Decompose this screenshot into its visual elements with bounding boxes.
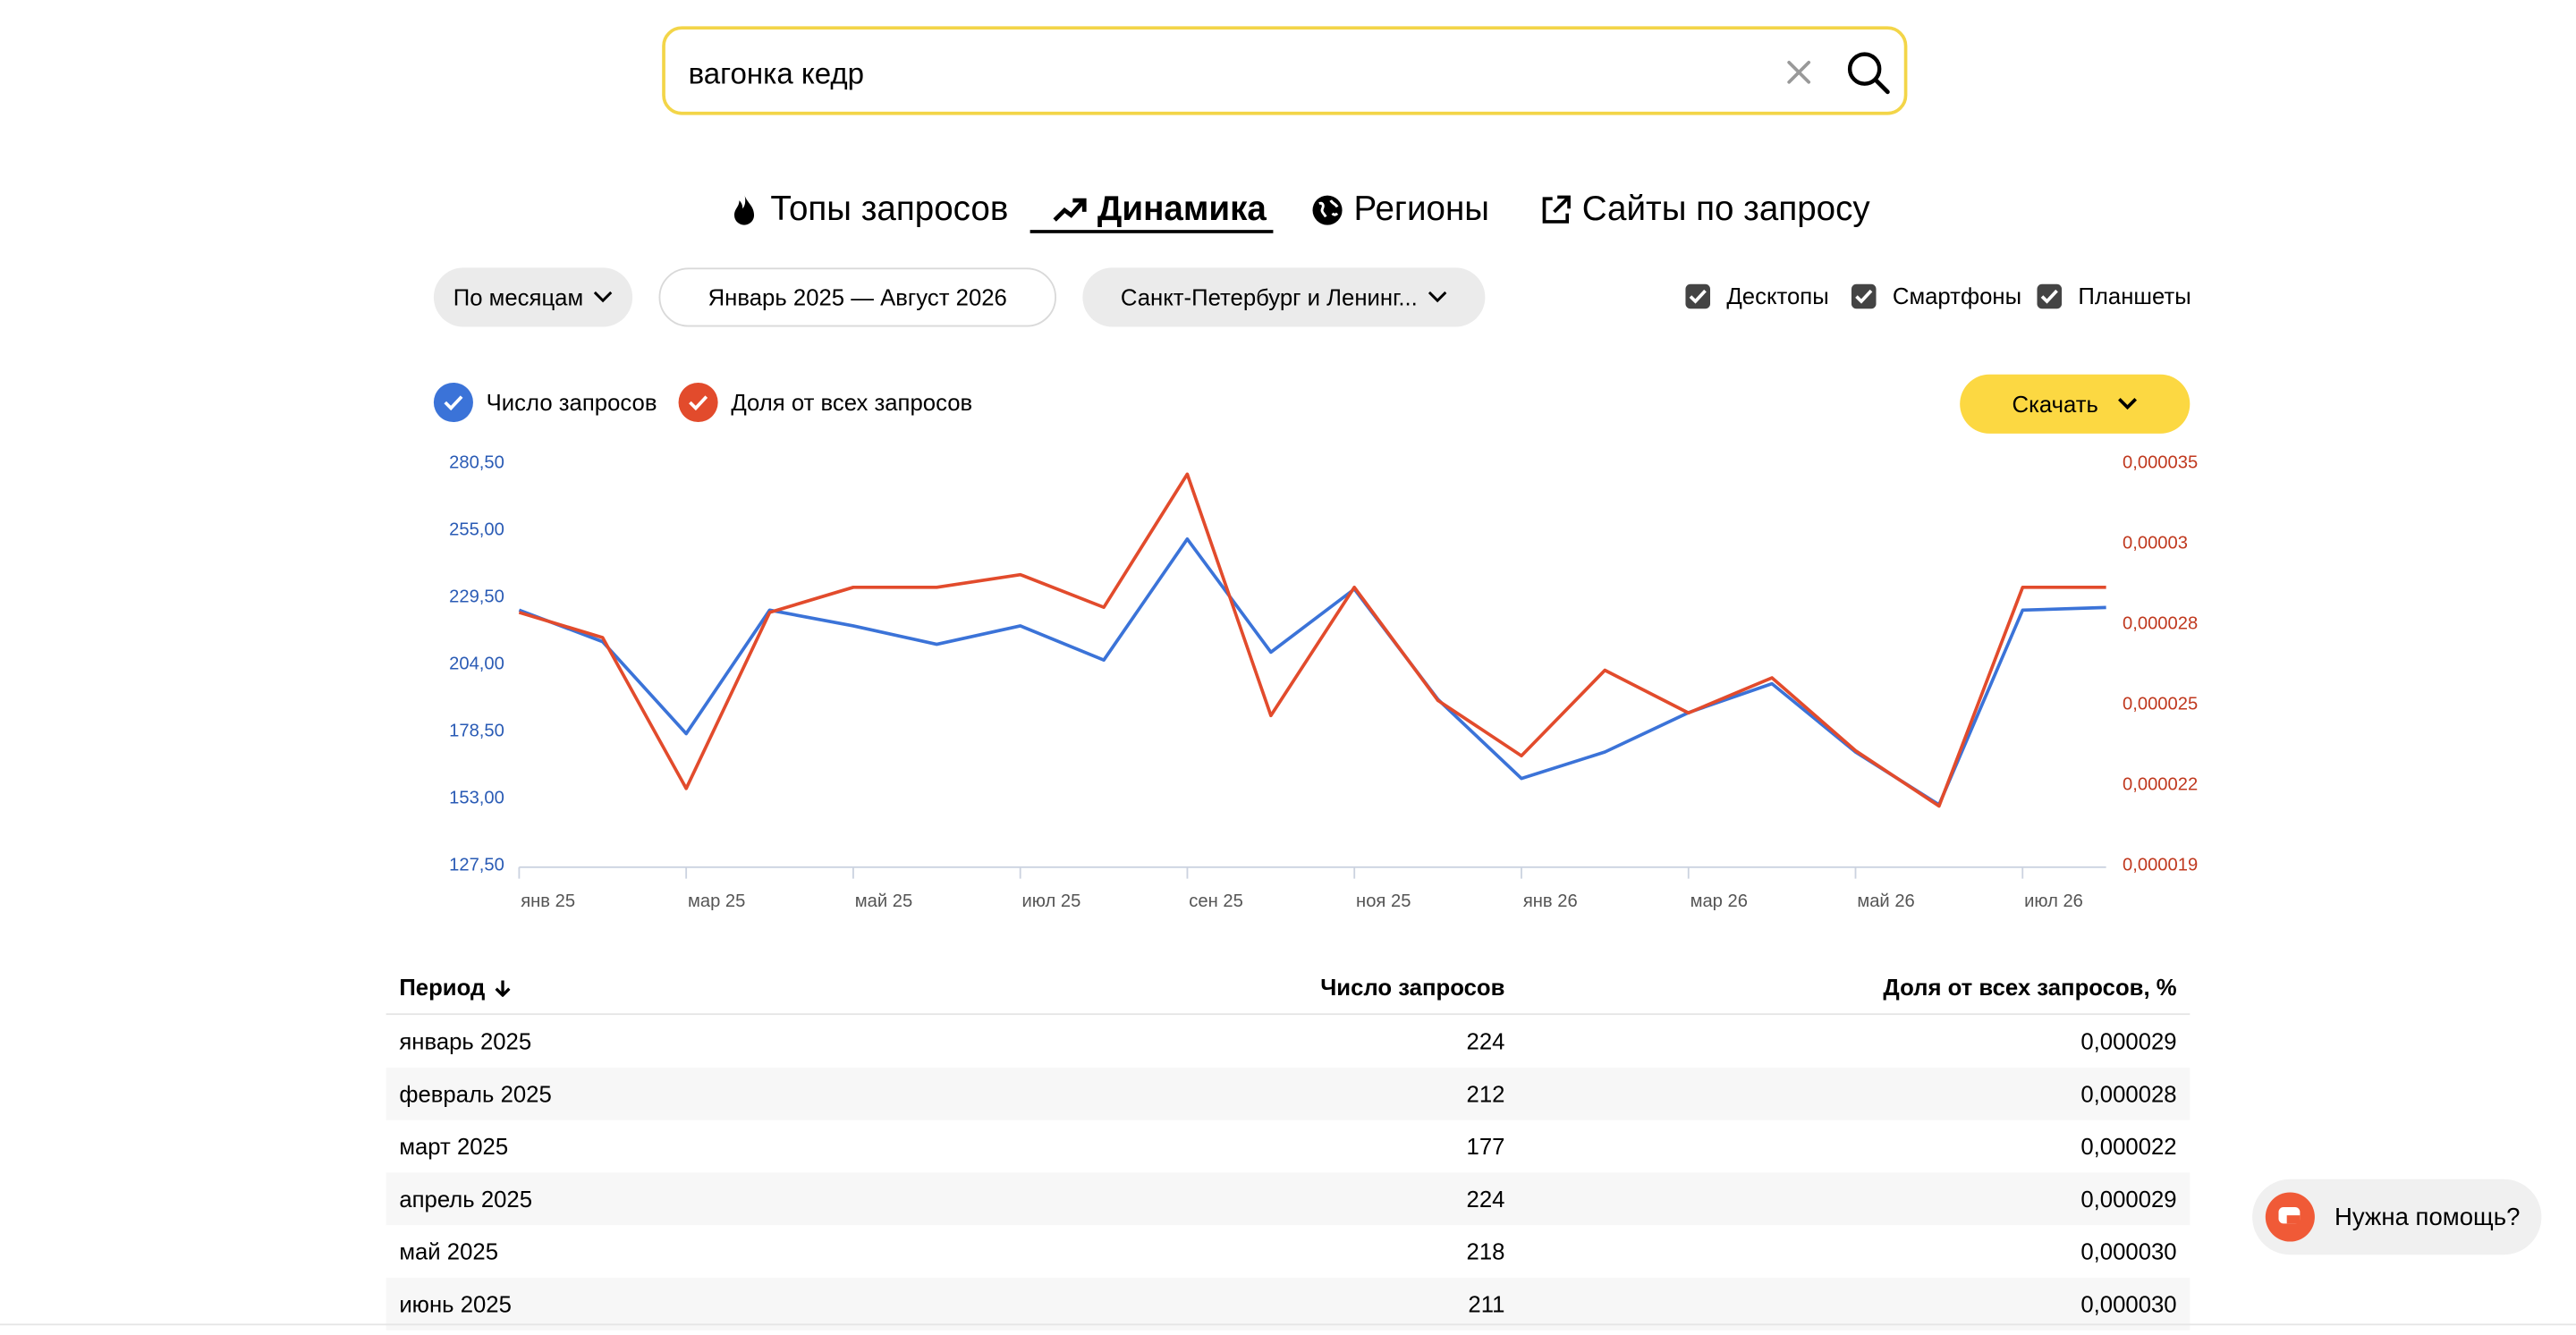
- requests-cell: 224: [1466, 1027, 1505, 1055]
- table-row: май 2025 218 0,000030: [386, 1225, 2190, 1278]
- x-tick-label: сен 25: [1189, 891, 1243, 911]
- y-right-tick-label: 0,000035: [2123, 452, 2198, 472]
- requests-cell: 212: [1466, 1080, 1505, 1107]
- table-row: март 2025 177 0,000022: [386, 1120, 2190, 1173]
- y-left-tick-label: 280,50: [449, 452, 504, 472]
- share-cell: 0,000028: [2080, 1080, 2177, 1107]
- period-cell: февраль 2025: [399, 1080, 552, 1107]
- period-column-header[interactable]: Период: [399, 960, 511, 1013]
- x-tick-label: июл 26: [2024, 891, 2083, 911]
- period-cell: март 2025: [399, 1133, 509, 1160]
- requests-cell: 211: [1468, 1290, 1505, 1318]
- x-tick-label: янв 26: [1523, 891, 1578, 911]
- footer-divider: [0, 1323, 2576, 1326]
- page: Топы запросов Динамика Регионы Сайты по …: [0, 0, 2576, 1333]
- help-button[interactable]: Нужна помощь?: [2252, 1179, 2542, 1255]
- requests-cell: 218: [1466, 1238, 1505, 1265]
- help-label: Нужна помощь?: [2334, 1203, 2521, 1231]
- x-tick-label: июл 25: [1022, 891, 1081, 911]
- requests-column-header[interactable]: Число запросов: [1320, 960, 1504, 1013]
- table-row: январь 2025 224 0,000029: [386, 1015, 2190, 1068]
- data-table: Период Число запросов Доля от всех запро…: [386, 960, 2190, 1331]
- share-series-line: [518, 472, 2106, 808]
- y-left-tick-label: 178,50: [449, 721, 504, 740]
- y-left-tick-label: 229,50: [449, 587, 504, 606]
- x-tick-label: май 25: [855, 891, 912, 911]
- share-cell: 0,000030: [2080, 1290, 2177, 1318]
- table-row: февраль 2025 212 0,000028: [386, 1067, 2190, 1120]
- x-tick-label: мар 26: [1690, 891, 1748, 911]
- x-tick-label: мар 25: [688, 891, 745, 911]
- y-right-tick-label: 0,000022: [2123, 774, 2198, 794]
- y-right-tick-label: 0,000025: [2123, 694, 2198, 714]
- table-header: Период Число запросов Доля от всех запро…: [386, 960, 2190, 1016]
- y-left-tick-label: 127,50: [449, 855, 504, 875]
- y-right-tick-label: 0,000019: [2123, 855, 2198, 875]
- period-cell: апрель 2025: [399, 1186, 533, 1212]
- y-left-tick-label: 153,00: [449, 788, 504, 807]
- x-tick-label: ноя 25: [1356, 891, 1411, 911]
- period-cell: май 2025: [399, 1238, 499, 1265]
- y-left-tick-label: 204,00: [449, 654, 504, 673]
- requests-cell: 177: [1466, 1133, 1505, 1160]
- share-cell: 0,000029: [2080, 1027, 2177, 1055]
- period-cell: январь 2025: [399, 1027, 532, 1055]
- share-column-header[interactable]: Доля от всех запросов, %: [1883, 960, 2176, 1013]
- y-right-tick-label: 0,00003: [2123, 533, 2188, 553]
- share-cell: 0,000022: [2080, 1133, 2177, 1160]
- x-tick-label: май 26: [1857, 891, 1914, 911]
- chat-icon: [2265, 1192, 2315, 1242]
- y-right-tick-label: 0,000028: [2123, 613, 2198, 633]
- requests-cell: 224: [1466, 1186, 1505, 1212]
- x-tick-label: янв 25: [521, 891, 575, 911]
- y-left-tick-label: 255,00: [449, 520, 504, 539]
- table-row: апрель 2025 224 0,000029: [386, 1172, 2190, 1226]
- requests-series-line: [518, 537, 2106, 807]
- period-cell: июнь 2025: [399, 1290, 512, 1318]
- share-cell: 0,000029: [2080, 1186, 2177, 1212]
- arrow-down-icon: [495, 980, 511, 998]
- share-cell: 0,000030: [2080, 1238, 2177, 1265]
- table-row: июнь 2025 211 0,000030: [386, 1277, 2190, 1331]
- header-label: Период: [399, 974, 486, 1001]
- table-body: январь 2025 224 0,000029 февраль 2025 212 0,0…: [386, 1015, 2190, 1331]
